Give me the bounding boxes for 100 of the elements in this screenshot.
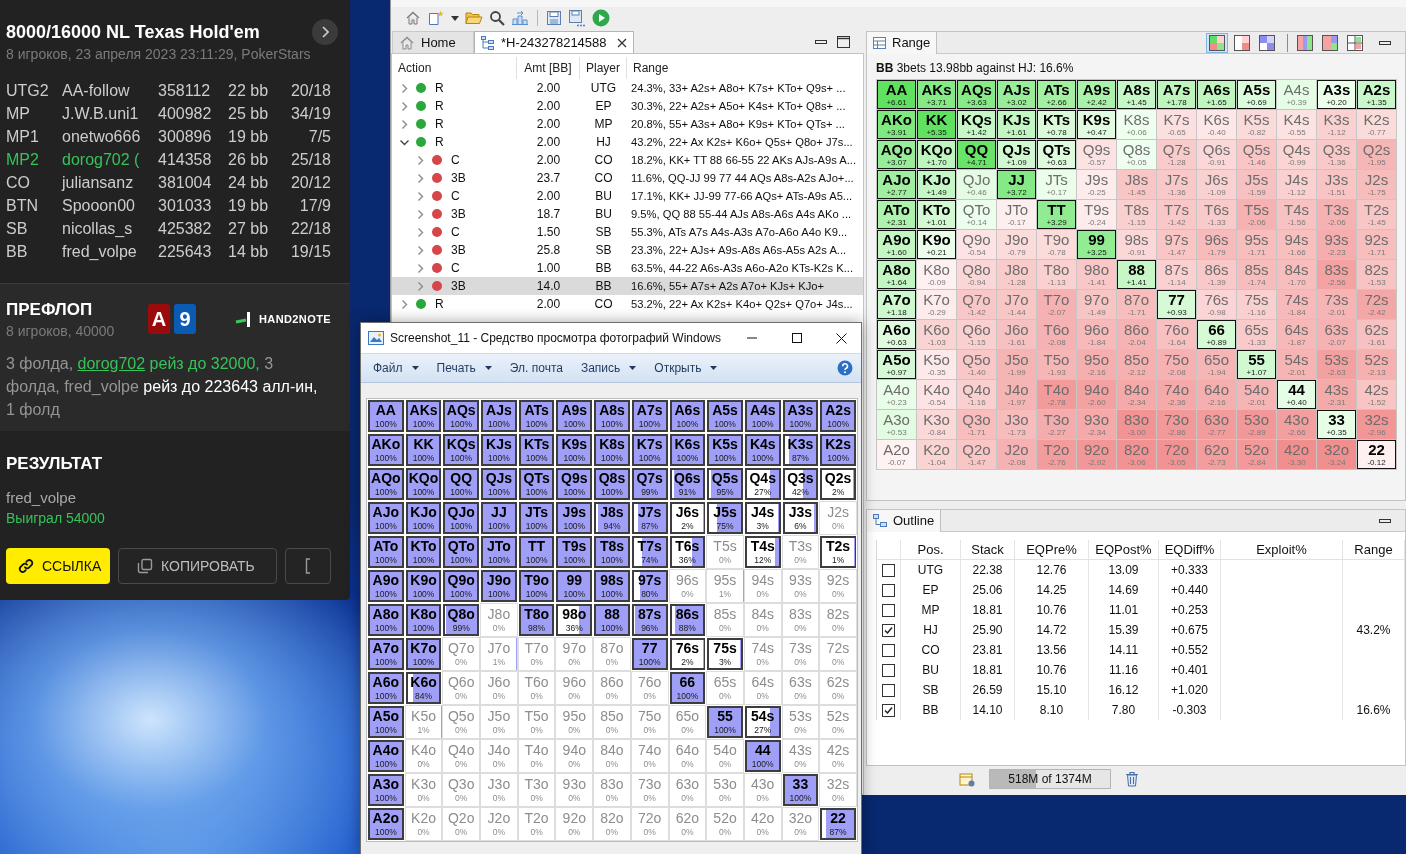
hand-label: QJo xyxy=(962,172,991,187)
column-header[interactable]: Stack xyxy=(961,540,1015,559)
column-header[interactable]: EQDiff% xyxy=(1159,540,1221,559)
floppy-dots-icon[interactable] xyxy=(568,9,586,27)
next-button[interactable] xyxy=(312,19,338,45)
window-icon[interactable] xyxy=(959,771,975,787)
chevron-right-icon[interactable] xyxy=(400,83,409,93)
chevron-right-icon[interactable] xyxy=(416,281,425,291)
table-cell-text: 11.6%, QQ-JJ 99 77 44 AQs A8s-A2s AJo+... xyxy=(630,172,855,184)
chevron-right-icon[interactable] xyxy=(416,209,425,219)
file-star-icon[interactable] xyxy=(427,10,445,26)
maximize-icon[interactable] xyxy=(837,36,850,48)
table-cell-text: UTG xyxy=(589,81,618,95)
minimize-icon[interactable] xyxy=(815,39,827,45)
outline-tab[interactable]: Outline xyxy=(867,509,942,532)
share-value: 100% xyxy=(751,420,774,429)
range-tab[interactable]: Range xyxy=(867,31,938,54)
menu-button[interactable]: Эл. почта xyxy=(505,359,567,377)
share-value: 0% xyxy=(530,794,543,803)
hand-label: A5o xyxy=(882,352,911,367)
selected-row[interactable]: 3B 14.0 BB 16.6%, 55+ A7s+ A2s A7o+ KJs+ KJo+ xyxy=(392,277,863,295)
hand-label: AKs xyxy=(409,403,438,418)
chevron-right-icon[interactable] xyxy=(416,227,425,237)
checkbox[interactable] xyxy=(882,703,895,717)
search-icon[interactable] xyxy=(489,10,505,26)
trash-icon[interactable] xyxy=(1125,771,1139,787)
column-header[interactable]: Exploit% xyxy=(1221,540,1343,559)
hand-label: AKo xyxy=(881,112,912,127)
minimize-icon[interactable] xyxy=(1379,39,1391,46)
column-header[interactable]: Amt [BB] xyxy=(517,57,580,79)
chevron-right-icon[interactable] xyxy=(416,155,425,165)
hand-label: 32s xyxy=(826,777,850,792)
home-icon[interactable] xyxy=(405,10,421,26)
view-button[interactable] xyxy=(1319,32,1341,53)
share-value: 100% xyxy=(412,420,435,429)
table-cell: +0.401 xyxy=(1170,663,1208,677)
checkbox[interactable] xyxy=(882,663,895,677)
chevron-right-icon[interactable] xyxy=(400,101,409,111)
hand-label: Q6o xyxy=(448,675,475,690)
tab[interactable]: *H-243278214588 xyxy=(474,31,634,53)
ev-value: -3.24 xyxy=(1327,459,1346,467)
minimize-icon[interactable] xyxy=(1379,517,1391,524)
copy-button[interactable]: КОПИРОВАТЬ xyxy=(118,548,277,584)
ev-value: -2.84 xyxy=(1247,459,1266,467)
tab[interactable]: Home xyxy=(392,31,474,53)
hand-label: 83o xyxy=(600,777,624,792)
view-button[interactable] xyxy=(1294,32,1316,53)
ev-value: -1.61 xyxy=(1007,339,1026,347)
chevron-right-icon[interactable] xyxy=(416,173,425,183)
checkbox[interactable] xyxy=(882,603,895,617)
share-value: 42% xyxy=(791,488,809,497)
share-value: 88% xyxy=(678,624,696,633)
hand-label: QTo xyxy=(962,202,991,217)
checkbox[interactable] xyxy=(882,583,895,597)
caret-icon[interactable] xyxy=(451,15,459,21)
menu-button[interactable]: Печать xyxy=(432,359,496,377)
view-button[interactable] xyxy=(1256,32,1278,53)
chevron-right-icon[interactable] xyxy=(400,299,409,309)
column-header[interactable]: EQPost% xyxy=(1089,540,1159,559)
help-icon[interactable] xyxy=(837,360,853,376)
chevron-right-icon[interactable] xyxy=(416,245,425,255)
share-value: 1% xyxy=(718,590,732,599)
chevron-right-icon[interactable] xyxy=(416,191,425,201)
hand-label: 63o xyxy=(1204,412,1229,427)
player-link[interactable]: dorog702 xyxy=(77,355,146,372)
play-icon[interactable] xyxy=(592,9,610,27)
folder-icon[interactable] xyxy=(465,11,483,25)
column-header[interactable]: Range xyxy=(627,57,863,79)
chevron-down-icon[interactable] xyxy=(400,137,409,147)
hand-label: Q8s xyxy=(1122,142,1151,157)
table-cell-text: 53.2%, 22+ Ax K2s+ K4o+ Q2s+ Q7o+ J4s... xyxy=(630,298,854,310)
checkbox[interactable] xyxy=(882,563,895,577)
view-button[interactable] xyxy=(1206,32,1228,53)
checkbox[interactable] xyxy=(882,643,895,657)
stack-text: 358112 xyxy=(158,81,211,100)
column-header[interactable]: Pos. xyxy=(901,540,961,559)
save-icon[interactable] xyxy=(546,10,562,26)
column-header[interactable]: Action xyxy=(392,57,517,79)
column-header[interactable]: Range xyxy=(1343,540,1405,559)
close-icon[interactable] xyxy=(616,37,627,48)
chevron-right-icon[interactable] xyxy=(416,263,425,273)
share-value: 100% xyxy=(714,726,736,735)
ev-value: +0.78 xyxy=(1046,129,1067,137)
share-value: 0% xyxy=(568,658,581,667)
share-value: 2% xyxy=(681,658,694,667)
checkbox[interactable] xyxy=(882,683,895,697)
view-button[interactable] xyxy=(1231,32,1253,53)
column-header[interactable]: Player xyxy=(580,57,627,79)
checkbox[interactable] xyxy=(882,623,895,637)
column-header[interactable]: EQPre% xyxy=(1015,540,1089,559)
chevron-right-icon[interactable] xyxy=(400,119,409,129)
bar-chart-icon[interactable] xyxy=(511,10,529,26)
menu-button[interactable]: Запись xyxy=(576,359,641,377)
link-button[interactable]: ССЫЛКА xyxy=(6,548,110,584)
hand-label: K3s xyxy=(1323,112,1350,127)
menu-button[interactable]: Открыть xyxy=(650,359,722,377)
hand-label: J9o xyxy=(1004,232,1029,247)
view-button[interactable] xyxy=(1344,32,1366,53)
half-squares-icon xyxy=(1234,34,1250,51)
menu-button[interactable]: Файл xyxy=(369,359,423,377)
